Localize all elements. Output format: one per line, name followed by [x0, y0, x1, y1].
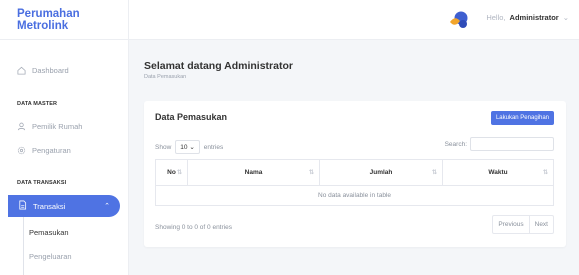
- submenu-divider: [23, 217, 24, 275]
- brand-logo[interactable]: Perumahan Metrolink: [0, 0, 128, 40]
- page-title: Selamat datang Administrator: [144, 60, 293, 72]
- column-label: No: [167, 169, 176, 176]
- sort-icon: ⇅: [176, 170, 182, 176]
- table-row: No data available in table: [155, 185, 554, 206]
- column-label: Nama: [244, 169, 263, 176]
- search-label: Search:: [444, 140, 467, 148]
- column-header-jumlah[interactable]: Jumlah ⇅: [319, 159, 443, 186]
- sidebar: Perumahan Metrolink Dashboard DATA MASTE…: [0, 0, 129, 275]
- chevron-down-icon: ⌄: [189, 144, 195, 151]
- column-header-no[interactable]: No ⇅: [155, 159, 188, 186]
- column-header-nama[interactable]: Nama ⇅: [187, 159, 320, 186]
- table-info: Showing 0 to 0 of 0 entries: [155, 224, 232, 231]
- data-card: Data Pemasukan Lakukan Penagihan Show 10…: [144, 101, 566, 247]
- entries-label: entries: [203, 143, 224, 151]
- sidebar-item-pemilik-rumah[interactable]: Pemilik Rumah: [17, 122, 82, 131]
- sidebar-item-label: Dashboard: [32, 66, 69, 75]
- next-button[interactable]: Next: [528, 216, 553, 233]
- home-icon: [17, 66, 26, 75]
- sidebar-item-dashboard[interactable]: Dashboard: [17, 66, 69, 75]
- sort-icon: ⇅: [542, 170, 548, 176]
- search-input[interactable]: [470, 137, 554, 151]
- sidebar-subitem-pemasukan[interactable]: Pemasukan: [29, 228, 69, 237]
- gear-icon: [17, 146, 26, 155]
- column-label: Jumlah: [369, 169, 393, 176]
- user-icon: [17, 122, 26, 131]
- top-navbar: Hello, Administrator ⌄: [129, 0, 579, 40]
- document-icon: [18, 200, 27, 212]
- empty-table-message: No data available in table: [155, 185, 554, 206]
- sort-icon: ⇅: [308, 170, 314, 176]
- pagination: Previous Next: [492, 215, 554, 234]
- user-menu[interactable]: Hello, Administrator ⌄: [486, 13, 569, 22]
- section-label-transaksi: DATA TRANSAKSI: [17, 180, 67, 186]
- column-header-waktu[interactable]: Waktu ⇅: [442, 159, 554, 186]
- lakukan-penagihan-button[interactable]: Lakukan Penagihan: [490, 111, 554, 125]
- chevron-down-icon: ⌄: [562, 13, 569, 22]
- avatar[interactable]: [448, 10, 470, 30]
- previous-button[interactable]: Previous: [493, 216, 528, 233]
- entries-value: 10: [180, 144, 188, 151]
- entries-length-control: Show 10 ⌄ entries: [155, 140, 223, 154]
- greeting-text: Hello,: [486, 13, 506, 22]
- sidebar-item-label: Pengaturan: [32, 146, 71, 155]
- sidebar-subitem-pengeluaran[interactable]: Pengeluaran: [29, 252, 72, 261]
- sidebar-item-label: Pemilik Rumah: [32, 122, 83, 131]
- column-label: Waktu: [488, 169, 508, 176]
- chevron-up-icon: ⌃: [104, 203, 110, 210]
- data-table: No ⇅ Nama ⇅ Jumlah ⇅ Waktu ⇅ No data ava…: [155, 159, 554, 206]
- sort-icon: ⇅: [431, 170, 437, 176]
- sidebar-item-label: Transaksi: [33, 201, 66, 211]
- sidebar-item-transaksi[interactable]: Transaksi ⌃: [8, 195, 120, 217]
- breadcrumb[interactable]: Data Pemasukan: [144, 74, 186, 80]
- entries-select[interactable]: 10 ⌄: [175, 140, 200, 154]
- show-label: Show: [155, 143, 172, 151]
- card-title: Data Pemasukan: [155, 112, 228, 122]
- table-search: Search:: [445, 137, 554, 151]
- section-label-master: DATA MASTER: [17, 101, 58, 107]
- username: Administrator: [509, 13, 559, 22]
- sidebar-item-pengaturan[interactable]: Pengaturan: [17, 146, 71, 155]
